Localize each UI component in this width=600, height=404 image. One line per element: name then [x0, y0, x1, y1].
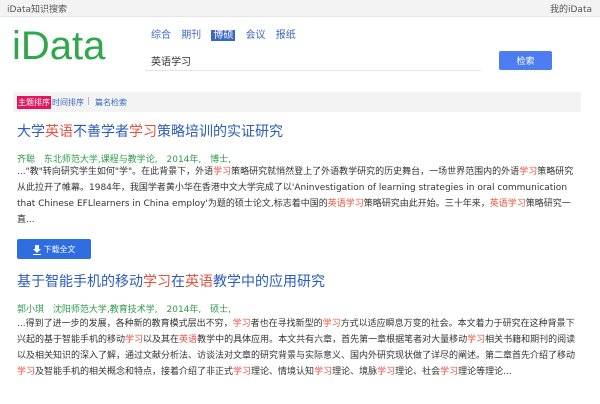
- abstract-keyword: 学习: [467, 335, 486, 345]
- tab-theses[interactable]: 博硕: [211, 30, 236, 41]
- result-author[interactable]: 郭小琪: [17, 305, 44, 315]
- tab-journals[interactable]: 期刊: [181, 30, 201, 41]
- tab-comprehensive[interactable]: 综合: [151, 30, 171, 41]
- abstract-text: 及智能手机的相关概念和特点，接着介绍了非正式: [35, 367, 234, 377]
- abstract-keyword: 学习: [232, 319, 251, 329]
- abstract-text: ...得到了进一步的发展，各种新的教育模式层出不穷，: [17, 319, 233, 329]
- download-label: 下载全文: [43, 244, 76, 254]
- search-input[interactable]: [145, 51, 481, 71]
- abstract-text: 理论、境脉: [332, 367, 378, 377]
- title-text: 基于智能手机的移动: [17, 274, 143, 290]
- abstract-keyword: 学习: [17, 367, 36, 377]
- title-keyword: 英语: [45, 124, 73, 140]
- top-bar: iData知识搜索 我的iData: [0, 0, 600, 17]
- abstract-keyword: 学习: [440, 367, 459, 377]
- title-text: 策略培训的实证研究: [157, 124, 283, 140]
- result-abstract: ...得到了进一步的发展，各种新的教育模式层出不穷，学习者也在寻找新型的学习方式…: [17, 316, 577, 380]
- abstract-text: 策略研究就悄然登上了外语教学研究的历史舞台，一场世界范围内的外语: [231, 167, 520, 177]
- abstract-text: 策略研究由此开始。三十年来，: [363, 199, 490, 209]
- title-text: 不善学者: [73, 124, 129, 140]
- tab-conferences[interactable]: 会议: [246, 30, 266, 41]
- title-text: 教学中的应用研究: [213, 274, 325, 290]
- abstract-keyword: 英语学习: [489, 199, 526, 209]
- result-source[interactable]: 沈阳师范大学,教育技术学,: [53, 305, 158, 315]
- search-button[interactable]: 检索: [499, 51, 552, 70]
- download-fulltext-button[interactable]: 下载全文: [17, 239, 91, 259]
- abstract-text: 理论等理论...: [458, 367, 512, 377]
- abstract-keyword: 英语: [179, 335, 198, 345]
- abstract-keyword: 英语学习: [327, 199, 364, 209]
- abstract-keyword: 学习: [233, 367, 252, 377]
- abstract-keyword: 学习: [125, 335, 144, 345]
- abstract-keyword: 学习: [213, 167, 232, 177]
- result-title[interactable]: 基于智能手机的移动学习在英语教学中的应用研究: [17, 271, 325, 291]
- abstract-text: 理论、情境认知: [251, 367, 315, 377]
- abstract-text: 理论、社会: [395, 367, 441, 377]
- result-meta: 郭小琪 沈阳师范大学,教育技术学, 2014年, 硕士,: [17, 302, 237, 315]
- title-text: 大学: [17, 124, 45, 140]
- result-abstract: ..."教"转向研究学生如何"学"。在此背景下，外语学习策略研究就悄然登上了外语…: [17, 164, 577, 228]
- title-keyword: 学习: [143, 274, 171, 290]
- download-icon: [32, 244, 41, 255]
- idata-logo[interactable]: iData: [12, 24, 105, 68]
- abstract-keyword: 学习: [314, 367, 333, 377]
- sort-divider: |: [87, 96, 90, 105]
- search-by-title[interactable]: 篇名检索: [95, 97, 127, 108]
- tab-newspapers[interactable]: 报纸: [276, 30, 296, 41]
- abstract-text: 以及其在: [143, 335, 180, 345]
- result-degree: 硕士,: [210, 305, 232, 315]
- abstract-text: 者也在寻找新型的: [250, 319, 323, 329]
- result-year: 2014年,: [166, 305, 202, 315]
- sort-bar: 主题排序 时间排序 | 篇名检索: [13, 92, 581, 112]
- site-name[interactable]: iData知识搜索: [7, 2, 67, 15]
- sort-by-time[interactable]: 时间排序: [52, 97, 84, 108]
- abstract-text: ..."教"转向研究学生如何"学"。在此背景下，外语: [17, 167, 214, 177]
- abstract-keyword: 学习: [322, 319, 341, 329]
- title-keyword: 英语: [185, 274, 213, 290]
- title-keyword: 学习: [129, 124, 157, 140]
- title-text: 在: [171, 274, 185, 290]
- abstract-keyword: 学习: [519, 167, 538, 177]
- abstract-text: 教学中的具体应用。本文共有六章，首先第一章根据笔者对大量移动: [197, 335, 468, 345]
- result-title[interactable]: 大学英语不善学者学习策略培训的实证研究: [17, 121, 283, 141]
- my-idata-link[interactable]: 我的iData: [550, 2, 592, 15]
- sort-by-topic[interactable]: 主题排序: [17, 96, 51, 109]
- category-tabs: 综合 期刊 博硕 会议 报纸: [151, 26, 303, 41]
- abstract-keyword: 学习: [377, 367, 396, 377]
